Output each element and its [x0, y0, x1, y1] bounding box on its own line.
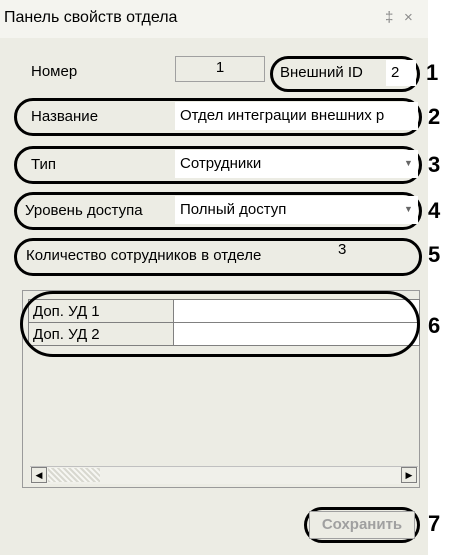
type-label: Тип	[31, 156, 57, 173]
callout-number-3: 3	[428, 152, 441, 177]
external-id-label: Внешний ID	[280, 64, 363, 81]
access-level-label: Уровень доступа	[25, 202, 143, 219]
callout-number-5: 5	[428, 242, 441, 267]
pin-icon[interactable]: ‡	[385, 9, 393, 26]
employee-count-value: 3	[338, 241, 347, 258]
save-button[interactable]: Сохранить	[309, 511, 415, 539]
scroll-left-icon[interactable]: ◀	[31, 467, 47, 483]
close-icon[interactable]: ×	[404, 9, 413, 26]
access-level-select[interactable]: Полный доступ	[175, 196, 418, 224]
external-id-field[interactable]: 2	[386, 60, 416, 86]
callout-number-2: 2	[428, 104, 441, 129]
type-dropdown-arrow-icon[interactable]: ▼	[404, 158, 413, 168]
callout-number-4: 4	[428, 198, 441, 223]
panel-title: Панель свойств отдела	[4, 9, 178, 26]
number-field: 1	[175, 56, 265, 82]
scrollbar-thumb[interactable]	[48, 468, 100, 482]
callout-number-1: 1	[426, 60, 439, 85]
access-level-dropdown-arrow-icon[interactable]: ▼	[404, 204, 413, 214]
number-label: Номер	[31, 63, 78, 80]
type-select[interactable]: Сотрудники	[175, 150, 418, 178]
name-label: Название	[31, 108, 99, 125]
callout-number-6: 6	[428, 313, 441, 338]
callout-oval-6	[20, 291, 420, 357]
callout-number-7: 7	[428, 511, 441, 536]
name-input[interactable]: Отдел интеграции внешних р	[175, 102, 418, 130]
employee-count-label: Количество сотрудников в отделе	[26, 247, 262, 264]
scroll-right-icon[interactable]: ▶	[401, 467, 417, 483]
